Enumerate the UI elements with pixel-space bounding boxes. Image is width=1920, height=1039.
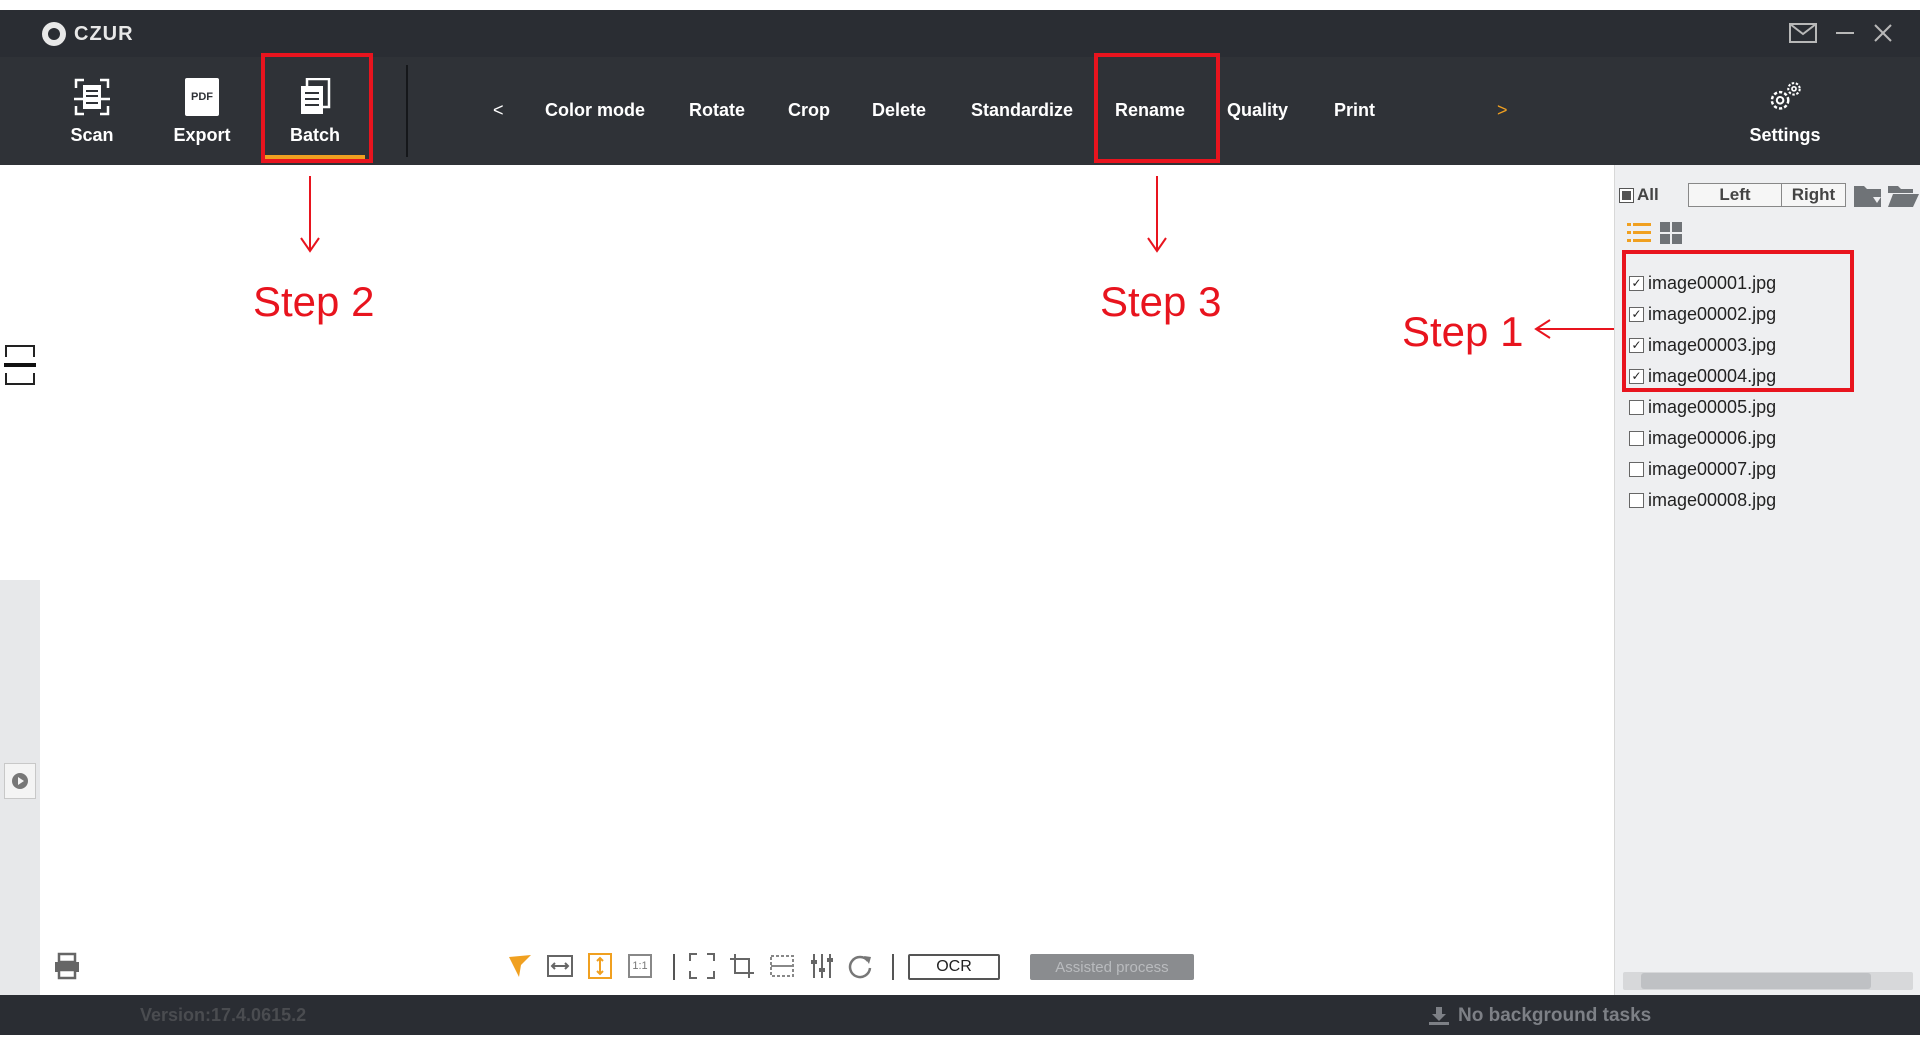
adjust-sliders-icon[interactable] bbox=[808, 952, 836, 980]
file-checkbox[interactable] bbox=[1629, 492, 1644, 508]
crop-icon[interactable] bbox=[728, 952, 756, 980]
rotate-refresh-icon[interactable] bbox=[846, 952, 874, 980]
scanner-icon[interactable] bbox=[52, 952, 84, 982]
annotation-box-batch bbox=[261, 53, 373, 163]
file-item[interactable]: image00005.jpg bbox=[1629, 393, 1776, 421]
settings-label: Settings bbox=[1749, 124, 1821, 145]
folder-import-icon[interactable] bbox=[1853, 181, 1883, 209]
toolbar-divider bbox=[406, 65, 408, 157]
step2-arrow-icon bbox=[300, 176, 320, 253]
czur-logo: CZUR bbox=[42, 22, 134, 46]
close-icon[interactable] bbox=[1868, 20, 1898, 46]
menu-quality[interactable]: Quality bbox=[1227, 95, 1288, 125]
export-label: Export bbox=[173, 124, 231, 145]
grid-view-icon[interactable] bbox=[1660, 222, 1682, 244]
folder-open-icon[interactable] bbox=[1887, 181, 1919, 209]
page-split-icon[interactable] bbox=[4, 343, 36, 387]
menu-color-mode[interactable]: Color mode bbox=[545, 95, 645, 125]
menu-standardize[interactable]: Standardize bbox=[971, 95, 1073, 125]
scan-icon bbox=[74, 77, 110, 117]
menu-crop[interactable]: Crop bbox=[788, 95, 830, 125]
menu-next-arrow[interactable]: > bbox=[1497, 95, 1508, 125]
horizontal-scrollbar[interactable] bbox=[1623, 972, 1913, 990]
step3-label: Step 3 bbox=[1100, 278, 1222, 325]
fit-width-icon[interactable] bbox=[546, 952, 574, 980]
annotation-box-file-selection bbox=[1622, 250, 1854, 392]
file-name: image00007.jpg bbox=[1648, 458, 1777, 479]
scrollbar-thumb[interactable] bbox=[1641, 973, 1871, 989]
scan-button[interactable]: Scan bbox=[52, 57, 132, 165]
gear-icon bbox=[1767, 77, 1803, 117]
step1-arrow-icon bbox=[1534, 319, 1614, 339]
file-name: image00006.jpg bbox=[1648, 427, 1777, 448]
all-label: All bbox=[1637, 185, 1659, 204]
export-button[interactable]: PDF Export bbox=[162, 57, 242, 165]
version-text: Version:17.4.0615.2 bbox=[140, 1005, 307, 1025]
list-view-icon[interactable] bbox=[1627, 222, 1651, 244]
file-name: image00008.jpg bbox=[1648, 489, 1777, 510]
menu-rotate[interactable]: Rotate bbox=[689, 95, 745, 125]
brand-name: CZUR bbox=[74, 22, 134, 45]
menu-prev-arrow[interactable]: < bbox=[493, 95, 504, 125]
file-checkbox[interactable] bbox=[1629, 430, 1644, 446]
settings-button[interactable]: Settings bbox=[1740, 57, 1830, 165]
tool-separator bbox=[892, 954, 894, 980]
file-item[interactable]: image00007.jpg bbox=[1629, 455, 1776, 483]
select-all-checkbox[interactable]: All bbox=[1619, 183, 1659, 207]
menu-print[interactable]: Print bbox=[1334, 95, 1375, 125]
file-checkbox[interactable] bbox=[1629, 461, 1644, 477]
file-item[interactable]: image00006.jpg bbox=[1629, 424, 1776, 452]
tool-separator bbox=[673, 954, 675, 980]
mail-icon[interactable] bbox=[1788, 20, 1818, 46]
pdf-icon: PDF bbox=[184, 77, 220, 117]
flatten-page-icon[interactable] bbox=[768, 952, 796, 980]
minimize-icon[interactable] bbox=[1830, 20, 1860, 46]
assisted-process-button[interactable]: Assisted process bbox=[1030, 954, 1194, 980]
select-area-icon[interactable] bbox=[688, 952, 716, 980]
ocr-button[interactable]: OCR bbox=[908, 954, 1000, 980]
left-page-button[interactable]: Left bbox=[1688, 183, 1782, 207]
actual-size-text: 1:1 bbox=[628, 954, 652, 978]
background-tasks-status: No background tasks bbox=[1428, 1005, 1651, 1027]
menu-delete[interactable]: Delete bbox=[872, 95, 926, 125]
fit-height-icon[interactable] bbox=[586, 952, 614, 980]
actual-size-icon[interactable]: 1:1 bbox=[626, 952, 654, 980]
pointer-arrow-icon[interactable] bbox=[506, 952, 534, 980]
title-bar: CZUR bbox=[0, 10, 1920, 57]
logo-icon bbox=[42, 22, 66, 46]
file-item[interactable]: image00008.jpg bbox=[1629, 486, 1776, 514]
annotation-box-rename bbox=[1094, 53, 1220, 163]
czur-app-window: CZUR Scan PDF Export Batch < Color mode … bbox=[0, 0, 1920, 1039]
download-icon bbox=[1429, 1007, 1449, 1025]
pdf-icon-text: PDF bbox=[185, 77, 219, 116]
file-checkbox[interactable] bbox=[1629, 399, 1644, 415]
step1-label: Step 1 bbox=[1402, 308, 1524, 355]
file-name: image00005.jpg bbox=[1648, 396, 1777, 417]
play-icon[interactable] bbox=[4, 763, 36, 799]
right-page-button[interactable]: Right bbox=[1781, 183, 1846, 207]
scan-label: Scan bbox=[70, 124, 114, 145]
background-tasks-text: No background tasks bbox=[1458, 1005, 1652, 1026]
step3-arrow-icon bbox=[1147, 176, 1167, 253]
step2-label: Step 2 bbox=[253, 278, 375, 325]
status-bar: Version:17.4.0615.2 No background tasks bbox=[0, 995, 1920, 1035]
